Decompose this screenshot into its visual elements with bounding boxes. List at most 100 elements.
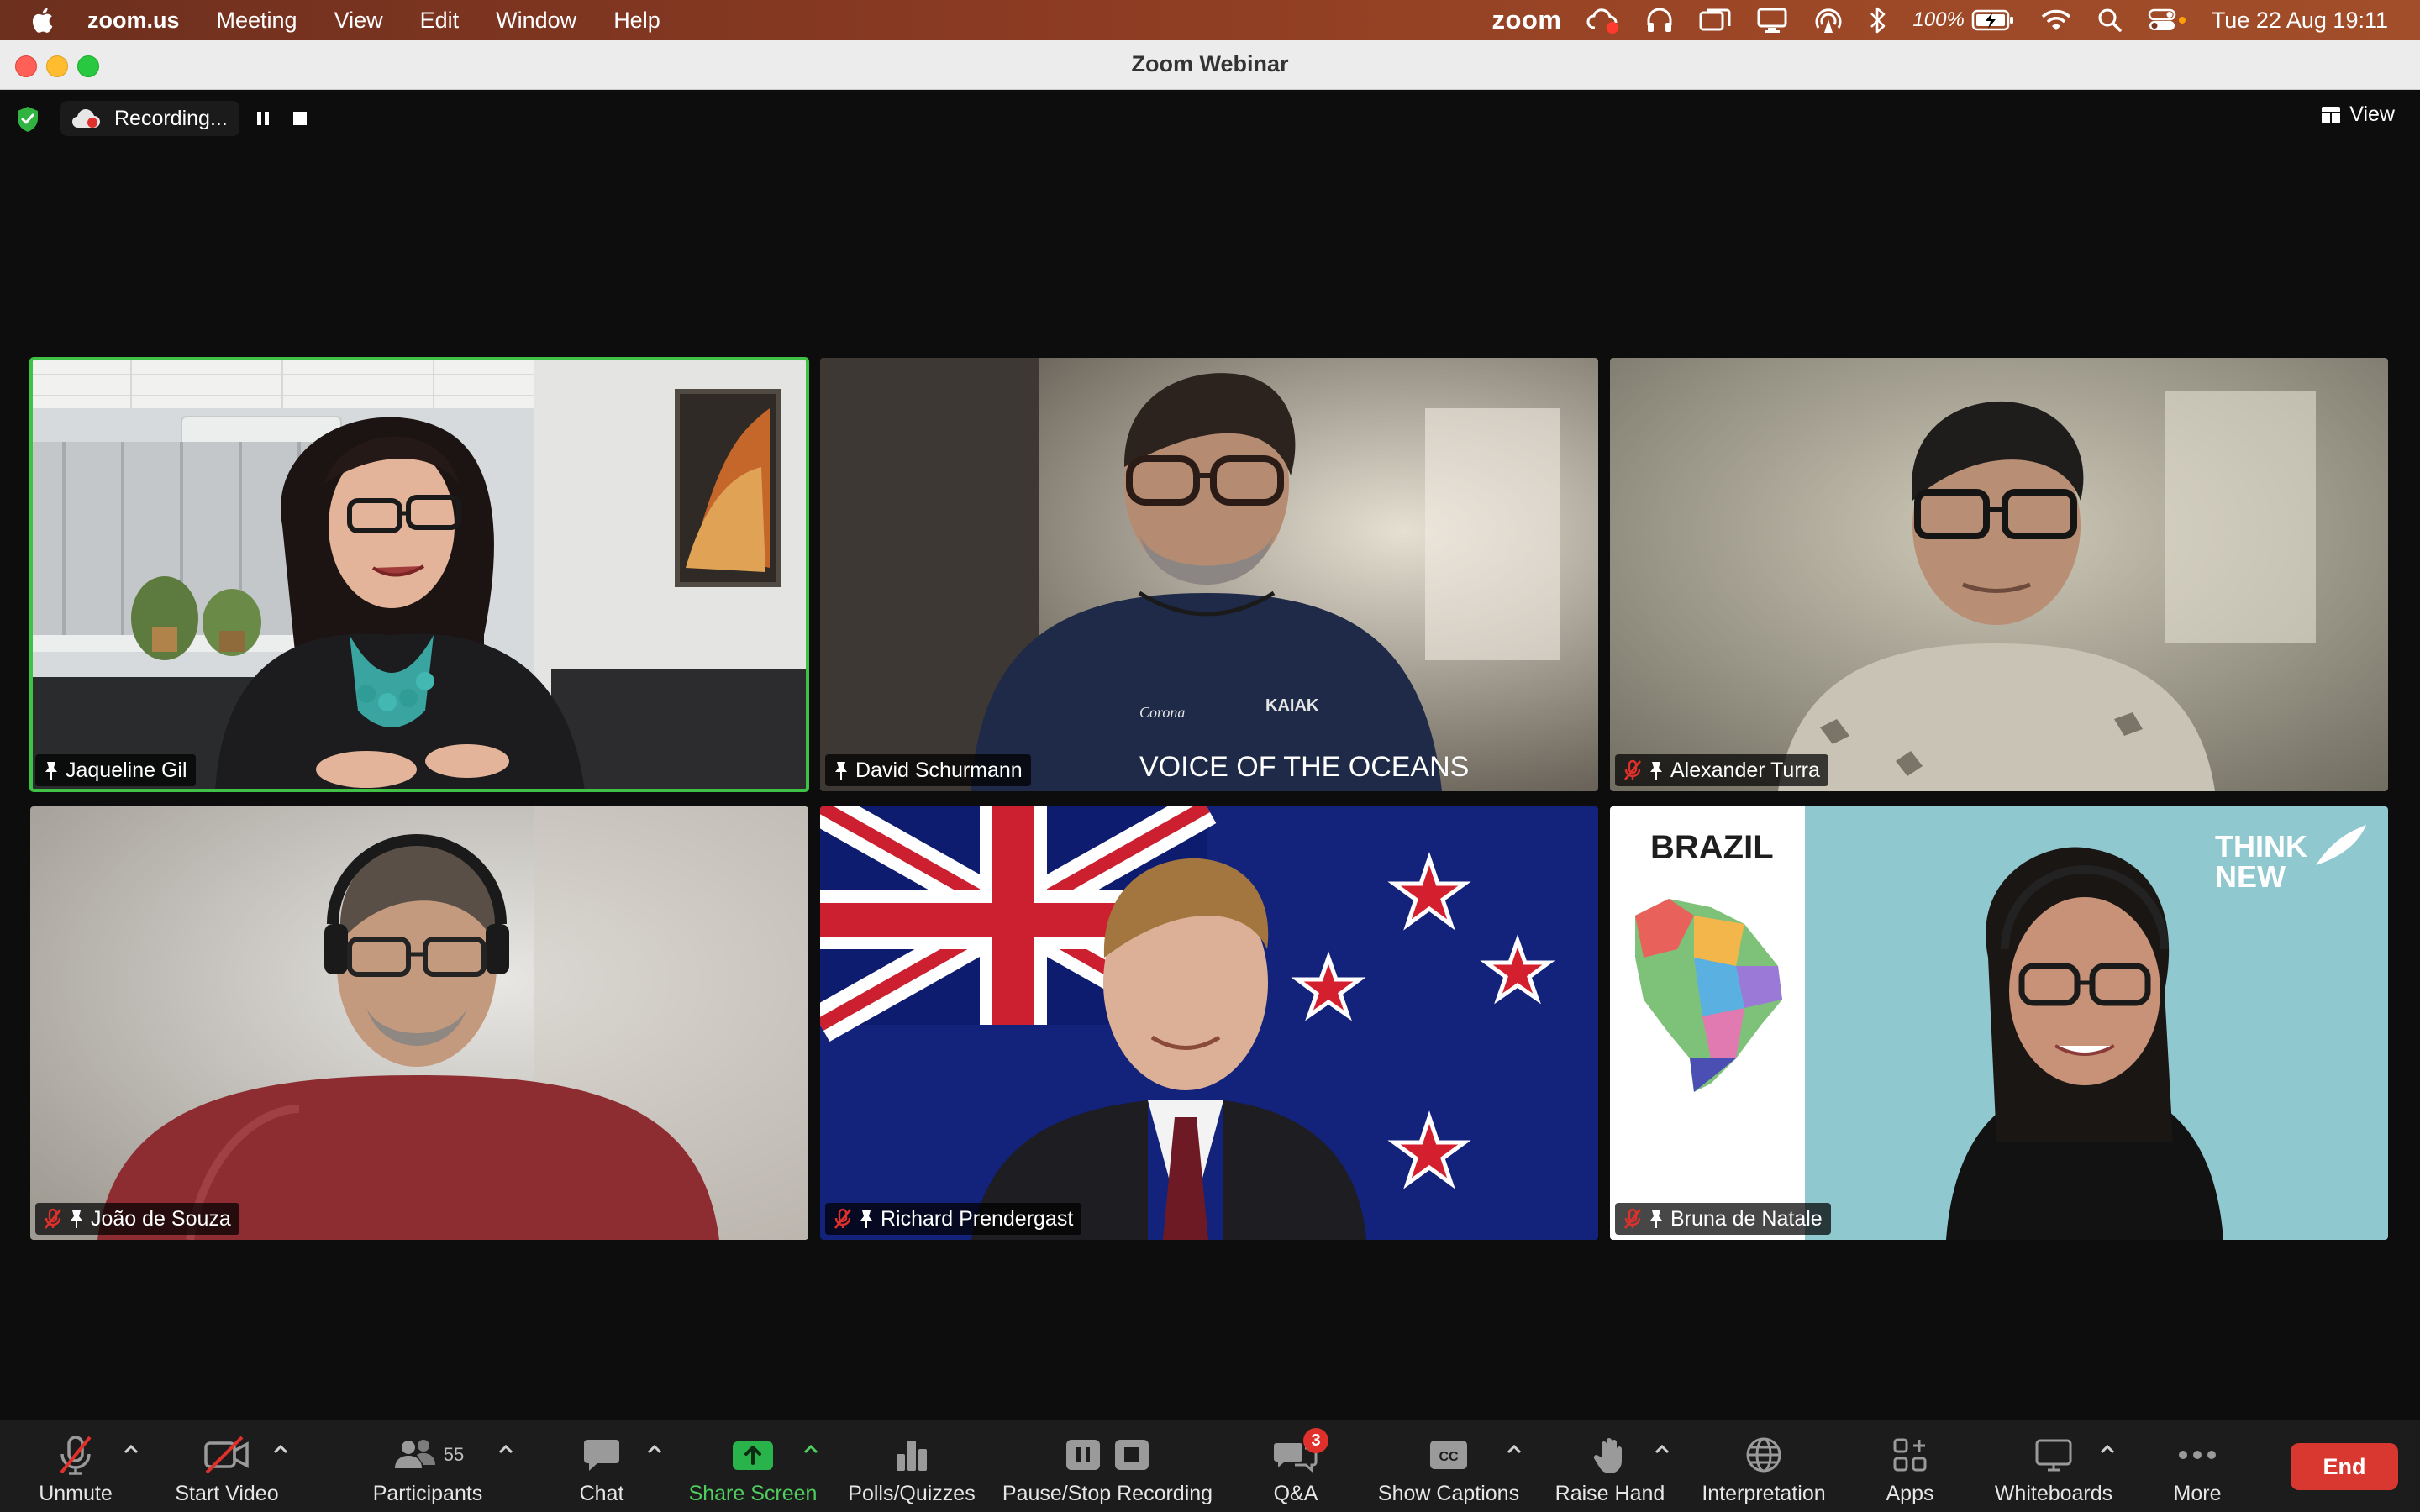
pin-icon[interactable]: [859, 1209, 874, 1229]
participant-name: David Schurmann: [855, 758, 1023, 782]
interpretation-button[interactable]: Interpretation: [1696, 1420, 1832, 1512]
end-meeting-button[interactable]: End: [2291, 1443, 2398, 1490]
more-label: More: [2173, 1482, 2222, 1505]
apps-button[interactable]: Apps: [1872, 1420, 1948, 1512]
video-tile-jaqueline-gil[interactable]: Jaqueline Gil: [29, 357, 809, 792]
unmute-button[interactable]: Unmute: [34, 1420, 118, 1512]
stop-icon: [1115, 1440, 1149, 1470]
participant-name-tag: Richard Prendergast: [825, 1203, 1082, 1235]
headphones-icon[interactable]: [1645, 7, 1674, 34]
participants-options-caret-icon[interactable]: [497, 1443, 514, 1455]
chat-button[interactable]: Chat: [568, 1420, 635, 1512]
video-feed: [1610, 358, 2388, 791]
view-button[interactable]: View: [2321, 102, 2395, 127]
pin-icon[interactable]: [1649, 1209, 1664, 1229]
creative-cloud-icon[interactable]: [1586, 6, 1620, 34]
start-video-button[interactable]: Start Video: [168, 1420, 286, 1512]
muted-mic-icon: [1623, 759, 1642, 780]
menu-view[interactable]: View: [334, 8, 383, 34]
pause-recording-icon[interactable]: [252, 108, 274, 129]
video-tile-richard-prendergast[interactable]: Richard Prendergast: [820, 806, 1598, 1240]
menu-clock[interactable]: Tue 22 Aug 19:11: [2212, 8, 2388, 34]
globe-icon: [1746, 1437, 1781, 1473]
participant-name: Jaqueline Gil: [66, 758, 187, 782]
participant-name-tag: João de Souza: [35, 1203, 239, 1235]
qa-button[interactable]: 3 Q&A: [1260, 1420, 1331, 1512]
chat-label: Chat: [579, 1482, 624, 1505]
menu-help[interactable]: Help: [613, 8, 660, 34]
menu-app-name[interactable]: zoom.us: [87, 8, 180, 34]
view-label: View: [2349, 102, 2395, 126]
whiteboard-icon: [2035, 1439, 2072, 1472]
whiteboards-options-caret-icon[interactable]: [2099, 1443, 2116, 1455]
closed-captions-icon: CC: [1430, 1441, 1467, 1469]
recording-label: Recording...: [114, 106, 228, 130]
display-icon[interactable]: [1756, 7, 1788, 34]
muted-mic-icon: [1623, 1208, 1642, 1229]
participant-name: Richard Prendergast: [881, 1206, 1074, 1231]
raise-hand-button[interactable]: Raise Hand: [1551, 1420, 1669, 1512]
audio-options-caret-icon[interactable]: [123, 1443, 139, 1455]
share-screen-button[interactable]: Share Screen: [686, 1420, 820, 1512]
zoom-status-item[interactable]: zoom: [1491, 5, 1561, 35]
show-captions-button[interactable]: CC Show Captions: [1373, 1420, 1524, 1512]
think-new-line-2: NEW: [2215, 859, 2286, 894]
interpretation-label: Interpretation: [1702, 1482, 1826, 1505]
menu-meeting[interactable]: Meeting: [217, 8, 297, 34]
show-captions-label: Show Captions: [1377, 1482, 1520, 1505]
participants-button[interactable]: 55 Participants: [366, 1420, 489, 1512]
captions-options-caret-icon[interactable]: [1506, 1443, 1523, 1455]
screens-icon[interactable]: [1699, 8, 1731, 33]
whiteboards-button[interactable]: Whiteboards: [1988, 1420, 2119, 1512]
video-feed: Corona KAIAK VOICE OF THE OCEANS: [820, 358, 1598, 791]
participant-name: João de Souza: [91, 1206, 231, 1231]
airdrop-icon[interactable]: [1813, 6, 1844, 34]
grid-view-icon: [2322, 106, 2341, 123]
apps-grid-icon: [1893, 1438, 1927, 1472]
video-tile-bruna-de-natale[interactable]: BRAZIL THINK NEW Bruna de Natale: [1610, 806, 2388, 1240]
menu-edit[interactable]: Edit: [420, 8, 460, 34]
svg-text:Corona: Corona: [1139, 704, 1185, 721]
shirt-text: VOICE OF THE OCEANS: [1139, 751, 1469, 783]
security-shield-icon[interactable]: [15, 106, 40, 133]
spotlight-search-icon[interactable]: [2097, 8, 2123, 33]
participants-count: 55: [443, 1444, 465, 1465]
brazil-label: BRAZIL: [1650, 829, 1774, 866]
video-tile-alexander-turra[interactable]: Alexander Turra: [1610, 358, 2388, 791]
share-options-caret-icon[interactable]: [802, 1443, 819, 1455]
wifi-icon[interactable]: [2040, 8, 2072, 33]
participant-name-tag: Bruna de Natale: [1615, 1203, 1831, 1235]
participant-name-tag: David Schurmann: [825, 754, 1031, 786]
polls-quizzes-button[interactable]: Polls/Quizzes: [840, 1420, 983, 1512]
share-screen-label: Share Screen: [688, 1482, 818, 1505]
video-tile-david-schurmann[interactable]: Corona KAIAK VOICE OF THE OCEANS David S…: [820, 358, 1598, 791]
apple-logo-icon[interactable]: [29, 5, 59, 35]
pin-icon[interactable]: [44, 760, 59, 780]
pin-icon[interactable]: [1649, 760, 1664, 780]
raise-hand-icon: [1593, 1438, 1622, 1473]
more-button[interactable]: More: [2160, 1420, 2235, 1512]
battery-status[interactable]: 100%: [1912, 8, 2014, 32]
stop-recording-icon[interactable]: [289, 108, 311, 129]
think-new-line-1: THINK: [2215, 829, 2307, 864]
microphone-muted-icon: [60, 1436, 92, 1475]
battery-percent: 100%: [1912, 8, 1965, 31]
recording-indicator[interactable]: Recording...: [60, 101, 239, 136]
pause-stop-recording-button[interactable]: Pause/Stop Recording: [1000, 1420, 1215, 1512]
pin-icon[interactable]: [69, 1209, 84, 1229]
video-options-caret-icon[interactable]: [272, 1443, 289, 1455]
menu-window[interactable]: Window: [496, 8, 576, 34]
video-tile-joao-de-souza[interactable]: João de Souza: [30, 806, 808, 1240]
chat-bubble-icon: [584, 1440, 619, 1471]
reactions-options-caret-icon[interactable]: [1654, 1443, 1670, 1455]
unmute-label: Unmute: [39, 1482, 113, 1505]
qa-badge: 3: [1303, 1428, 1328, 1453]
pause-stop-recording-label: Pause/Stop Recording: [1002, 1482, 1213, 1505]
window-title: Zoom Webinar: [1131, 51, 1289, 76]
apps-label: Apps: [1886, 1482, 1934, 1505]
chat-options-caret-icon[interactable]: [646, 1443, 663, 1455]
control-center-icon[interactable]: [2148, 8, 2186, 33]
bluetooth-icon[interactable]: [1869, 6, 1887, 34]
muted-mic-icon: [44, 1208, 62, 1229]
pin-icon[interactable]: [834, 760, 849, 780]
